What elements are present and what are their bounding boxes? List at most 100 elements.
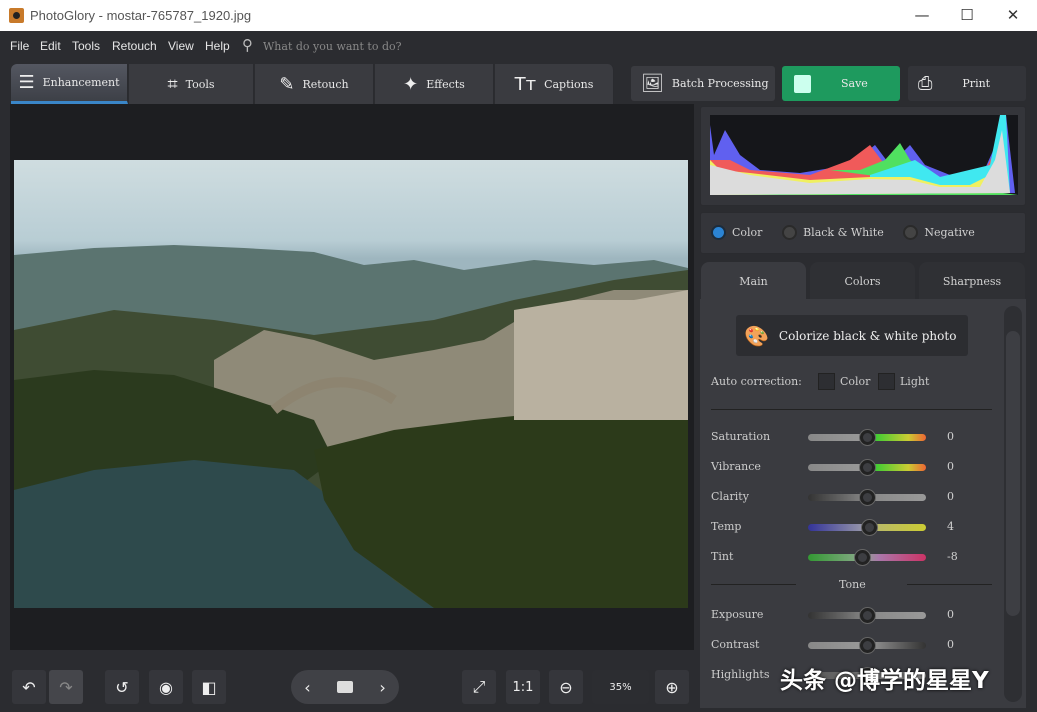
redo-icon: ↷ bbox=[59, 677, 73, 697]
zoom-level-field[interactable]: 35% bbox=[592, 670, 649, 704]
close-button[interactable]: ✕ bbox=[1003, 6, 1023, 24]
app-logo-icon bbox=[9, 8, 24, 23]
crop-icon: ⌗ bbox=[167, 73, 178, 95]
panel-tab-main[interactable]: Main bbox=[701, 262, 806, 300]
radio-color[interactable]: Color bbox=[711, 225, 762, 240]
histogram-panel bbox=[700, 106, 1026, 206]
auto-light-checkbox[interactable] bbox=[878, 373, 895, 390]
menu-edit[interactable]: Edit bbox=[40, 39, 61, 53]
tab-label: Captions bbox=[544, 77, 594, 91]
saturation-slider-handle[interactable] bbox=[860, 430, 875, 445]
radio-icon bbox=[782, 225, 798, 240]
radio-negative[interactable]: Negative bbox=[903, 225, 975, 240]
compare-icon: ◧ bbox=[201, 677, 217, 697]
tab-captions[interactable]: Tт Captions bbox=[495, 64, 614, 104]
scrollbar-thumb[interactable] bbox=[1006, 331, 1020, 616]
maximize-button[interactable]: ☐ bbox=[957, 6, 977, 24]
fit-screen-button[interactable]: ⤢ bbox=[462, 670, 496, 704]
exposure-slider-handle[interactable] bbox=[860, 608, 875, 623]
sliders-icon: ☰ bbox=[18, 72, 35, 93]
palette-icon: 🎨 bbox=[744, 323, 769, 348]
magic-wand-icon: ✦ bbox=[403, 73, 419, 95]
clarity-slider-handle[interactable] bbox=[860, 490, 875, 505]
tab-enhancement[interactable]: ☰ Enhancement bbox=[11, 64, 128, 104]
minus-icon: ⊖ bbox=[559, 677, 573, 697]
panel-tab-sharpness[interactable]: Sharpness bbox=[919, 262, 1025, 300]
menu-view[interactable]: View bbox=[168, 39, 194, 53]
batch-label: Batch Processing bbox=[671, 77, 769, 90]
menu-help[interactable]: Help bbox=[205, 39, 230, 53]
tab-label: Effects bbox=[426, 77, 465, 91]
open-folder-button[interactable] bbox=[336, 681, 353, 693]
auto-correction-label: Auto correction: bbox=[711, 375, 802, 388]
tab-retouch[interactable]: ✎ Retouch bbox=[255, 64, 374, 104]
highlights-label: Highlights bbox=[711, 668, 770, 681]
vibrance-label: Vibrance bbox=[711, 460, 761, 473]
search-icon: ⚲ bbox=[242, 36, 253, 54]
search-input[interactable]: What do you want to do? bbox=[263, 40, 402, 53]
redo-button[interactable]: ↷ bbox=[49, 670, 83, 704]
saturation-value: 0 bbox=[947, 430, 954, 443]
menu-bar: File Edit Tools Retouch View Help ⚲ What… bbox=[0, 31, 1037, 61]
auto-color-label: Color bbox=[840, 375, 871, 388]
zoom-in-button[interactable]: ⊕ bbox=[655, 670, 689, 704]
panel-scrollbar[interactable] bbox=[1004, 306, 1022, 702]
exposure-value: 0 bbox=[947, 608, 954, 621]
text-icon: Tт bbox=[514, 73, 537, 95]
tab-tools[interactable]: ⌗ Tools bbox=[129, 64, 254, 104]
print-label: Print bbox=[962, 77, 991, 90]
rotate-button[interactable]: ↺ bbox=[105, 670, 139, 704]
panel-tab-colors[interactable]: Colors bbox=[810, 262, 915, 300]
colorize-label: Colorize black & white photo bbox=[778, 328, 957, 343]
window-title: PhotoGlory - mostar-765787_1920.jpg bbox=[30, 8, 252, 23]
divider bbox=[711, 409, 992, 410]
histogram bbox=[710, 115, 1018, 195]
radio-label: Color bbox=[732, 226, 763, 239]
temp-value: 4 bbox=[947, 520, 954, 533]
contrast-value: 0 bbox=[947, 638, 954, 651]
saturation-label: Saturation bbox=[711, 430, 771, 443]
print-button[interactable]: ⎙ Print bbox=[908, 66, 1026, 101]
divider bbox=[711, 584, 796, 585]
tab-label: Retouch bbox=[302, 77, 349, 91]
floppy-icon bbox=[794, 74, 811, 93]
radio-label: Black & White bbox=[803, 226, 884, 239]
preview-button[interactable]: ◉ bbox=[149, 670, 183, 704]
auto-color-checkbox[interactable] bbox=[818, 373, 835, 390]
next-image-button[interactable]: › bbox=[379, 678, 385, 697]
tab-effects[interactable]: ✦ Effects bbox=[375, 64, 494, 104]
exposure-label: Exposure bbox=[711, 608, 764, 621]
actual-size-button[interactable]: 1:1 bbox=[506, 670, 540, 704]
photo-preview[interactable] bbox=[14, 160, 688, 608]
previous-image-button[interactable]: ‹ bbox=[304, 678, 310, 697]
zoom-out-button[interactable]: ⊖ bbox=[549, 670, 583, 704]
contrast-slider-handle[interactable] bbox=[860, 638, 875, 653]
divider bbox=[907, 584, 992, 585]
radio-icon bbox=[903, 225, 919, 240]
clarity-value: 0 bbox=[947, 490, 954, 503]
fit-icon: ⤢ bbox=[472, 677, 486, 696]
clarity-label: Clarity bbox=[711, 490, 749, 503]
vibrance-slider-handle[interactable] bbox=[860, 460, 875, 475]
compare-button[interactable]: ◧ bbox=[192, 670, 226, 704]
save-button[interactable]: Save bbox=[782, 66, 900, 101]
menu-tools[interactable]: Tools bbox=[72, 39, 100, 53]
temp-label: Temp bbox=[711, 520, 742, 533]
plus-icon: ⊕ bbox=[665, 677, 679, 697]
radio-black-white[interactable]: Black & White bbox=[782, 225, 884, 240]
menu-retouch[interactable]: Retouch bbox=[112, 39, 157, 53]
batch-processing-button[interactable]: 🖼 Batch Processing bbox=[631, 66, 775, 101]
menu-file[interactable]: File bbox=[10, 39, 29, 53]
undo-button[interactable]: ↶ bbox=[12, 670, 46, 704]
tab-label: Enhancement bbox=[42, 76, 120, 89]
vibrance-value: 0 bbox=[947, 460, 954, 473]
eye-icon: ◉ bbox=[159, 677, 173, 697]
minimize-button[interactable]: — bbox=[912, 6, 932, 24]
undo-icon: ↶ bbox=[22, 677, 36, 697]
tone-section-label: Tone bbox=[839, 578, 866, 591]
printer-icon: ⎙ bbox=[918, 73, 933, 94]
images-icon: 🖼 bbox=[641, 73, 664, 94]
colorize-button[interactable]: 🎨 Colorize black & white photo bbox=[736, 315, 968, 356]
save-label: Save bbox=[841, 77, 868, 90]
image-navigation: ‹ › bbox=[291, 670, 399, 704]
